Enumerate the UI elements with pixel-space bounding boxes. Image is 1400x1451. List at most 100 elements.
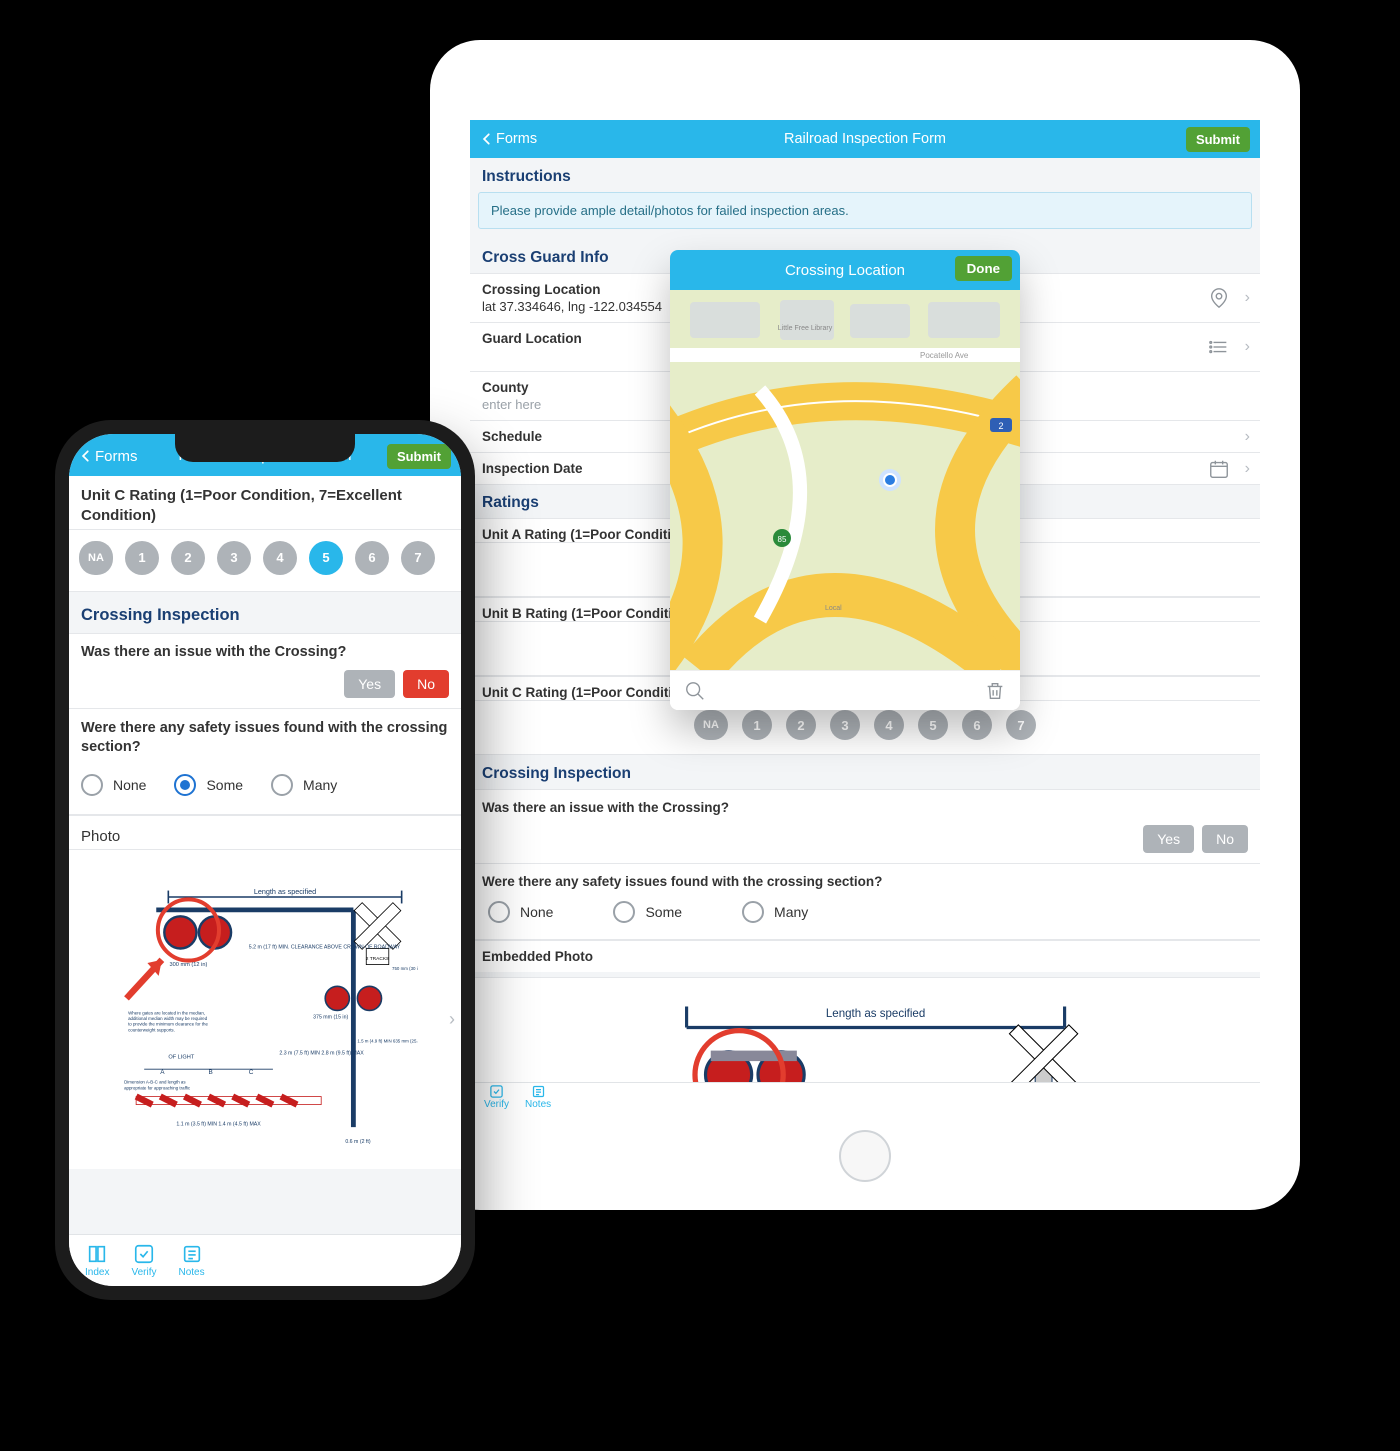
toolbar-verify[interactable]: Verify — [131, 1243, 156, 1278]
chip-6[interactable]: 6 — [962, 710, 992, 740]
q1-text: Was there an issue with the Crossing? — [81, 644, 449, 660]
ipad-frame: Forms Railroad Inspection Form Submit In… — [430, 40, 1300, 1210]
chevron-right-icon: › — [1245, 428, 1250, 446]
ipad-screen: Forms Railroad Inspection Form Submit In… — [470, 120, 1260, 1110]
chevron-left-icon — [79, 449, 93, 463]
svg-text:A: A — [160, 1069, 165, 1076]
toolbar-notes[interactable]: Notes — [525, 1084, 551, 1110]
embedded-photo-label: Embedded Photo — [482, 949, 1248, 964]
q1-row: Was there an issue with the Crossing? Ye… — [470, 789, 1260, 864]
popover-title: Crossing Location — [785, 262, 905, 279]
svg-text:300 mm (12 in): 300 mm (12 in) — [170, 962, 208, 968]
chip-6[interactable]: 6 — [355, 541, 389, 575]
popover-header: Crossing Location Done — [670, 250, 1020, 290]
popover-toolbar — [670, 670, 1020, 710]
no-button[interactable]: No — [1202, 825, 1248, 853]
chip-na[interactable]: NA — [694, 710, 728, 740]
ipad-bottom-toolbar: Verify Notes — [470, 1082, 1260, 1110]
submit-button[interactable]: Submit — [387, 444, 451, 469]
radio-none[interactable]: None — [488, 901, 553, 923]
q1-row: Was there an issue with the Crossing? Ye… — [69, 633, 461, 709]
check-square-icon — [489, 1084, 504, 1099]
chip-5[interactable]: 5 — [309, 541, 343, 575]
back-button[interactable]: Forms — [79, 448, 138, 465]
photo-label: Photo — [69, 815, 461, 849]
toolbar-index[interactable]: Index — [85, 1243, 109, 1278]
phone-bottom-toolbar: Index Verify Notes — [69, 1234, 461, 1286]
ipad-topbar: Forms Railroad Inspection Form Submit — [470, 120, 1260, 158]
svg-text:Local: Local — [825, 605, 842, 612]
svg-text:Little Free Library: Little Free Library — [778, 325, 833, 332]
svg-text:85: 85 — [778, 535, 787, 544]
iphone-notch — [175, 434, 355, 462]
rating-c-label: Unit C Rating (1=Poor Condition, 7=Excel… — [81, 486, 449, 527]
search-icon[interactable] — [684, 680, 706, 702]
chip-2[interactable]: 2 — [786, 710, 816, 740]
embedded-diagram: Length as specified 230 mm (8 in) 5.2 m … — [470, 977, 1260, 1082]
yes-button[interactable]: Yes — [1143, 825, 1194, 853]
svg-text:Length as specified: Length as specified — [254, 886, 316, 895]
map-view[interactable]: Little Free Library Pocatello Ave 85 2 — [670, 290, 1020, 670]
chip-1[interactable]: 1 — [742, 710, 772, 740]
chevron-right-icon: › — [1245, 460, 1250, 478]
q2-text: Were there any safety issues found with … — [482, 874, 1248, 889]
svg-text:0.6 m (2 ft): 0.6 m (2 ft) — [345, 1139, 370, 1145]
book-icon — [86, 1243, 108, 1265]
chevron-right-icon: › — [449, 1009, 455, 1030]
notes-icon — [531, 1084, 546, 1099]
yes-button[interactable]: Yes — [344, 670, 395, 698]
radio-none[interactable]: None — [81, 774, 146, 796]
chip-4[interactable]: 4 — [874, 710, 904, 740]
back-label: Forms — [95, 448, 138, 465]
rating-c-row: Unit C Rating (1=Poor Condition, 7=Excel… — [69, 476, 461, 530]
chip-3[interactable]: 3 — [830, 710, 860, 740]
toolbar-notes[interactable]: Notes — [178, 1243, 204, 1278]
calendar-icon — [1208, 458, 1230, 480]
rating-c-chips: NA 1234567 — [69, 529, 461, 592]
notes-icon — [181, 1243, 203, 1265]
radio-some[interactable]: Some — [174, 774, 243, 796]
embedded-photo-label-row: Embedded Photo — [470, 940, 1260, 972]
svg-text:750 mm (30 in): 750 mm (30 in) — [392, 966, 418, 971]
svg-text:2.3 m (7.5 ft) MIN 2.8 m (9.5: 2.3 m (7.5 ft) MIN 2.8 m (9.5 ft) MAX — [279, 1050, 364, 1056]
chip-1[interactable]: 1 — [125, 541, 159, 575]
svg-text:B: B — [209, 1069, 213, 1076]
svg-text:OF LIGHT: OF LIGHT — [168, 1054, 195, 1060]
chip-na[interactable]: NA — [79, 541, 113, 575]
chip-3[interactable]: 3 — [217, 541, 251, 575]
list-icon — [1208, 336, 1230, 358]
done-button[interactable]: Done — [955, 256, 1012, 281]
no-button[interactable]: No — [403, 670, 449, 698]
chip-2[interactable]: 2 — [171, 541, 205, 575]
phone-content[interactable]: Unit C Rating (1=Poor Condition, 7=Excel… — [69, 476, 461, 1234]
check-square-icon — [133, 1243, 155, 1265]
radio-some[interactable]: Some — [613, 901, 682, 923]
instructions-body: Please provide ample detail/photos for f… — [478, 192, 1252, 229]
iphone-screen: Forms Railroad Inspection Form Submit Un… — [69, 434, 461, 1286]
svg-text:Dimension A-B-C and length asa: Dimension A-B-C and length asappropriate… — [124, 1079, 191, 1090]
toolbar-verify[interactable]: Verify — [484, 1084, 509, 1110]
q1-text: Was there an issue with the Crossing? — [482, 800, 1248, 815]
q2-radios: None Some Many — [69, 760, 461, 815]
chip-7[interactable]: 7 — [1006, 710, 1036, 740]
svg-text:Length as specified: Length as specified — [826, 1008, 925, 1020]
chip-5[interactable]: 5 — [918, 710, 948, 740]
svg-text:2: 2 — [998, 421, 1003, 431]
iphone-frame: Forms Railroad Inspection Form Submit Un… — [55, 420, 475, 1300]
q2-text: Were there any safety issues found with … — [81, 719, 449, 758]
svg-text:2 TRACKS: 2 TRACKS — [366, 955, 389, 961]
submit-button[interactable]: Submit — [1186, 127, 1250, 152]
railroad-crossing-diagram: Length as specified — [112, 868, 418, 1169]
chip-7[interactable]: 7 — [401, 541, 435, 575]
trash-icon[interactable] — [984, 680, 1006, 702]
svg-text:C: C — [249, 1069, 254, 1076]
chevron-right-icon: › — [1245, 338, 1250, 356]
instructions-heading: Instructions — [470, 158, 1260, 192]
chip-4[interactable]: 4 — [263, 541, 297, 575]
radio-many[interactable]: Many — [742, 901, 808, 923]
radio-many[interactable]: Many — [271, 774, 337, 796]
ipad-home-button[interactable] — [839, 1130, 891, 1182]
svg-text:1.5 m (4.9 ft) MIN 635 mm (25.: 1.5 m (4.9 ft) MIN 635 mm (25.4 in) MAX — [358, 1038, 418, 1043]
page-title: Railroad Inspection Form — [470, 131, 1260, 147]
embedded-diagram[interactable]: › Length as specified — [69, 849, 461, 1169]
